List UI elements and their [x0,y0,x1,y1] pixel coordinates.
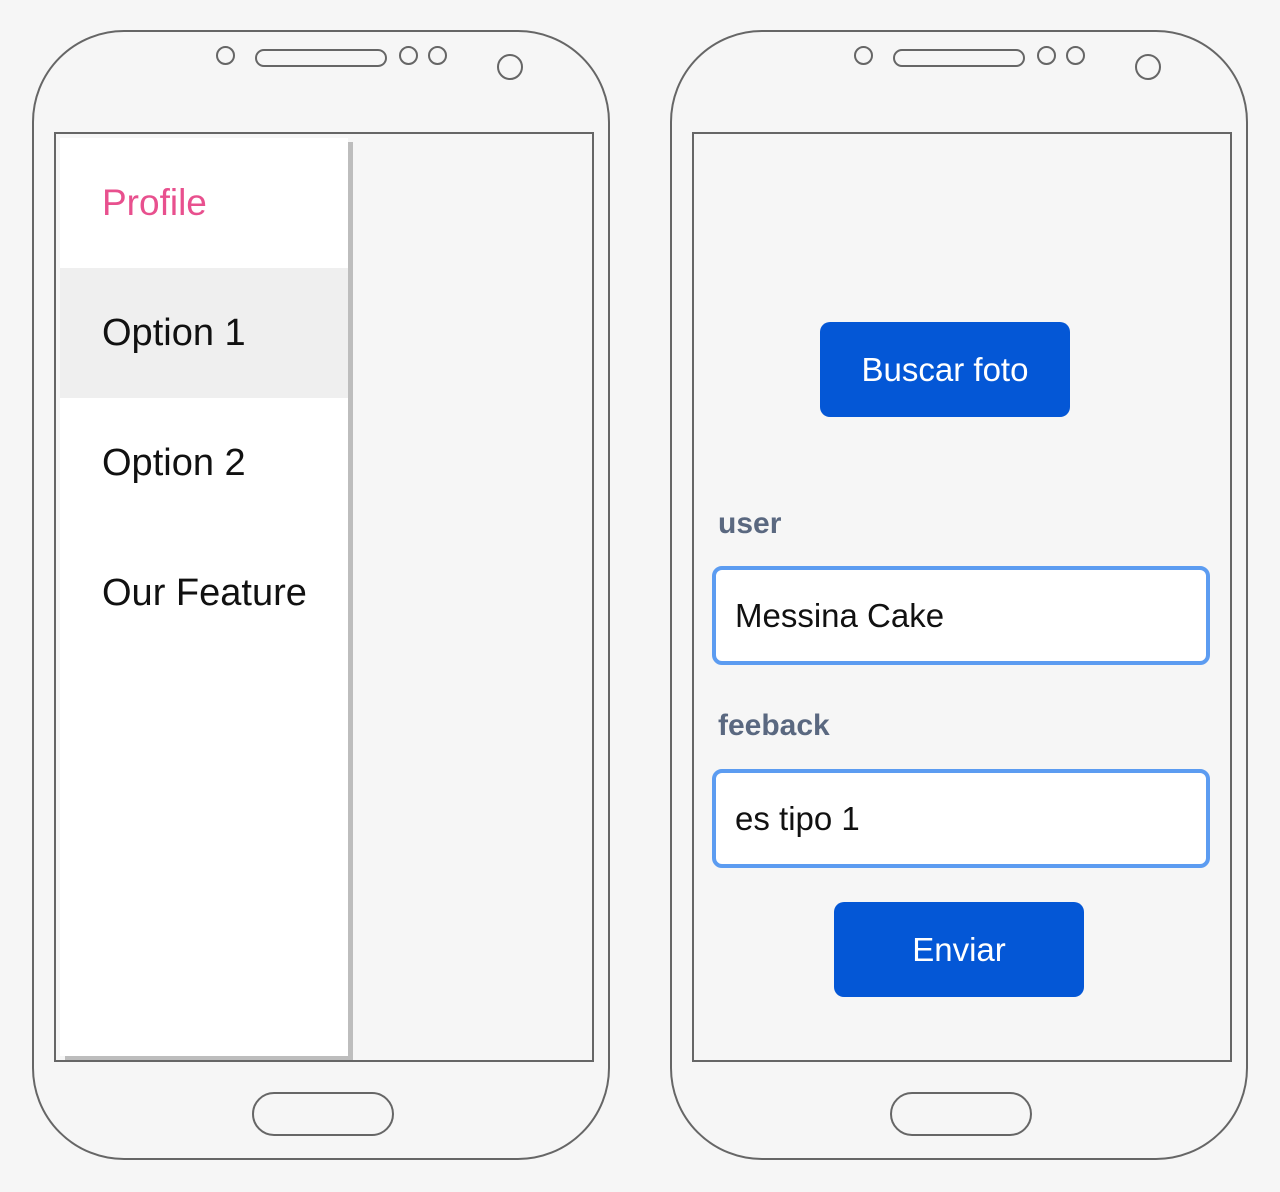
user-label: user [718,507,782,540]
phone-frame-right: Buscar foto user feeback Enviar [670,30,1248,1160]
feedback-label: feeback [718,709,830,742]
drawer-item-label: Our Feature [102,571,307,614]
submit-button[interactable]: Enviar [834,902,1084,997]
speaker-grille [255,49,387,67]
submit-button-label: Enviar [912,930,1006,968]
front-sensor-icon [216,46,235,65]
navigation-drawer: Profile Option 1 Option 2 Our Feature [60,138,348,1056]
phone-frame-left: Profile Option 1 Option 2 Our Feature [32,30,610,1160]
user-input[interactable] [712,566,1210,665]
drawer-item-our-feature[interactable]: Our Feature [60,528,348,658]
front-sensor-icon [854,46,873,65]
search-photo-button[interactable]: Buscar foto [820,322,1070,417]
feedback-input[interactable] [712,769,1210,868]
search-photo-button-label: Buscar foto [861,350,1029,388]
home-button[interactable] [890,1092,1032,1136]
drawer-item-label: Profile [102,182,207,223]
sensor-dot-icon [428,46,447,65]
sensor-dot-icon [399,46,418,65]
drawer-item-option-2[interactable]: Option 2 [60,398,348,528]
screen-left: Profile Option 1 Option 2 Our Feature [54,132,594,1062]
drawer-item-label: Option 1 [102,311,246,354]
screen-right: Buscar foto user feeback Enviar [692,132,1232,1062]
drawer-item-label: Option 2 [102,441,246,484]
camera-icon [497,54,523,80]
drawer-item-option-1[interactable]: Option 1 [60,268,348,398]
sensor-dot-icon [1066,46,1085,65]
home-button[interactable] [252,1092,394,1136]
speaker-grille [893,49,1025,67]
camera-icon [1135,54,1161,80]
drawer-item-profile[interactable]: Profile [60,138,348,268]
sensor-dot-icon [1037,46,1056,65]
